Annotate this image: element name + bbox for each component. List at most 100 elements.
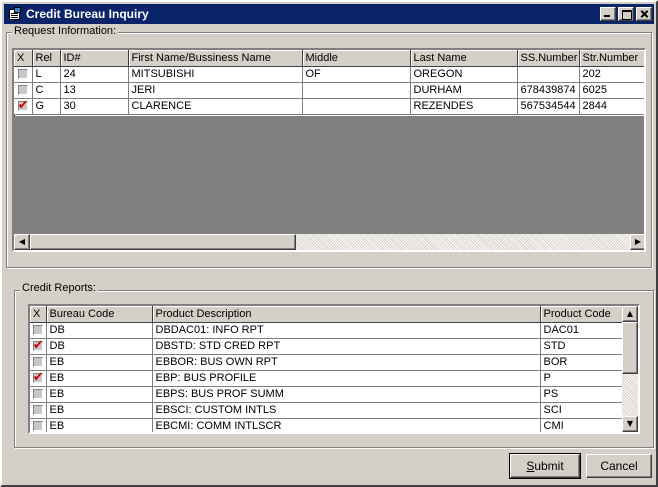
credit-grid: X Bureau Code Product Description Product C… <box>28 304 640 434</box>
column-header[interactable]: Product Code <box>540 306 623 323</box>
cell-first: JERI <box>128 82 303 99</box>
cell-ss <box>517 66 580 83</box>
checkbox-cell[interactable] <box>14 82 33 99</box>
cell-id: 24 <box>60 66 129 83</box>
row-checkbox[interactable] <box>17 69 28 80</box>
table-row[interactable]: EB EBSCI: CUSTOM INTLS SCI <box>30 402 623 419</box>
cell-rel: G <box>32 97 61 115</box>
window-title: Credit Bureau Inquiry <box>26 7 149 21</box>
column-header[interactable]: Last Name <box>410 50 518 67</box>
cell-bureau: EB <box>46 386 153 403</box>
scroll-right-icon[interactable]: ▶ <box>630 234 644 250</box>
check-mark-icon: ✔ <box>32 338 44 354</box>
table-row[interactable]: EB EBCMI: COMM INTLSCR CMI <box>30 418 623 432</box>
row-checkbox[interactable] <box>32 357 43 368</box>
request-horizontal-scrollbar[interactable]: ◀ ▶ <box>14 234 644 250</box>
column-header[interactable]: First Name/Bussiness Name <box>128 50 303 67</box>
cell-bureau: DB <box>46 322 153 339</box>
check-mark-icon: ✔ <box>17 98 29 114</box>
vertical-scroll-thumb[interactable] <box>622 322 638 374</box>
table-row[interactable]: ✔ EB EBP: BUS PROFILE P <box>30 370 623 387</box>
cell-str: 2844 <box>579 97 644 115</box>
checkbox-cell[interactable]: ✔ <box>14 97 33 115</box>
row-checkbox[interactable] <box>32 421 43 432</box>
cell-bureau: EB <box>46 402 153 419</box>
title-bar[interactable]: Credit Bureau Inquiry <box>4 4 654 24</box>
cell-middle: OF <box>302 66 411 83</box>
column-header[interactable]: Rel <box>32 50 61 67</box>
close-button[interactable] <box>636 7 652 21</box>
scroll-left-icon[interactable]: ◀ <box>14 234 30 250</box>
table-row[interactable]: ✔ G 30 CLARENCE REZENDES 567534544 2844 <box>14 97 644 115</box>
cancel-button[interactable]: Cancel <box>586 454 652 478</box>
column-header[interactable]: ID# <box>60 50 129 67</box>
check-mark-icon: ✔ <box>32 370 44 386</box>
column-header[interactable]: Str.Number <box>579 50 644 67</box>
cell-desc: EBPS: BUS PROF SUMM <box>152 386 541 403</box>
minimize-button[interactable] <box>600 7 616 21</box>
column-header[interactable]: SS.Number <box>517 50 580 67</box>
table-row[interactable]: EB EBBOR: BUS OWN RPT BOR <box>30 354 623 371</box>
cell-desc: EBSCI: CUSTOM INTLS <box>152 402 541 419</box>
credit-vertical-scrollbar[interactable]: ▲ ▼ <box>622 306 638 432</box>
cell-last: REZENDES <box>410 97 518 115</box>
cell-desc: EBP: BUS PROFILE <box>152 370 541 387</box>
app-icon <box>8 7 22 21</box>
submit-button[interactable]: Submit <box>509 453 581 479</box>
horizontal-scroll-thumb[interactable] <box>30 234 296 250</box>
row-checkbox[interactable] <box>32 405 43 416</box>
checkbox-cell[interactable] <box>14 66 33 83</box>
row-checkbox[interactable] <box>17 85 28 96</box>
column-header[interactable]: X <box>30 306 47 323</box>
cell-code: STD <box>540 338 623 355</box>
cell-last: OREGON <box>410 66 518 83</box>
cell-desc: EBCMI: COMM INTLSCR <box>152 418 541 432</box>
request-table: X Rel ID# First Name/Bussiness Name Middle La… <box>14 50 644 115</box>
request-grid: X Rel ID# First Name/Bussiness Name Middle La… <box>12 48 646 252</box>
checkbox-cell[interactable] <box>30 322 47 339</box>
cell-desc: EBBOR: BUS OWN RPT <box>152 354 541 371</box>
table-row[interactable]: EB EBPS: BUS PROF SUMM PS <box>30 386 623 403</box>
cell-rel: C <box>32 82 61 99</box>
checkbox-cell[interactable] <box>30 402 47 419</box>
request-information-label: Request Information: <box>12 25 119 37</box>
row-checkbox[interactable]: ✔ <box>32 338 44 354</box>
table-row[interactable]: DB DBDAC01: INFO RPT DAC01 <box>30 322 623 339</box>
cell-code: PS <box>540 386 623 403</box>
cell-bureau: EB <box>46 354 153 371</box>
cell-id: 30 <box>60 97 129 115</box>
cell-first: MITSUBISHI <box>128 66 303 83</box>
cell-code: SCI <box>540 402 623 419</box>
column-header[interactable]: X <box>14 50 33 67</box>
scroll-down-icon[interactable]: ▼ <box>622 416 638 432</box>
cell-rel: L <box>32 66 61 83</box>
checkbox-cell[interactable]: ✔ <box>30 338 47 355</box>
table-row[interactable]: C 13 JERI DURHAM 678439874 6025 <box>14 82 644 99</box>
cell-id: 13 <box>60 82 129 99</box>
vertical-scroll-track[interactable] <box>622 374 638 416</box>
scroll-up-icon[interactable]: ▲ <box>622 306 638 322</box>
column-header[interactable]: Middle <box>302 50 411 67</box>
row-checkbox[interactable]: ✔ <box>32 370 44 386</box>
checkbox-cell[interactable] <box>30 418 47 432</box>
horizontal-scroll-track[interactable] <box>296 234 630 250</box>
column-header[interactable]: Bureau Code <box>46 306 153 323</box>
table-row[interactable]: ✔ DB DBSTD: STD CRED RPT STD <box>30 338 623 355</box>
row-checkbox[interactable] <box>32 389 43 400</box>
cell-desc: DBSTD: STD CRED RPT <box>152 338 541 355</box>
cell-bureau: EB <box>46 418 153 432</box>
submit-label: ubmit <box>534 459 564 473</box>
cell-first: CLARENCE <box>128 97 303 115</box>
row-checkbox[interactable] <box>32 325 43 336</box>
checkbox-cell[interactable] <box>30 386 47 403</box>
checkbox-cell[interactable]: ✔ <box>30 370 47 387</box>
row-checkbox[interactable]: ✔ <box>17 98 29 114</box>
cell-ss: 567534544 <box>517 97 580 115</box>
cell-ss: 678439874 <box>517 82 580 99</box>
column-header[interactable]: Product Description <box>152 306 541 323</box>
table-row[interactable]: L 24 MITSUBISHI OF OREGON 202 <box>14 66 644 83</box>
checkbox-cell[interactable] <box>30 354 47 371</box>
cancel-label: Cancel <box>600 459 638 473</box>
cell-middle <box>302 82 411 99</box>
maximize-button[interactable] <box>618 7 634 21</box>
